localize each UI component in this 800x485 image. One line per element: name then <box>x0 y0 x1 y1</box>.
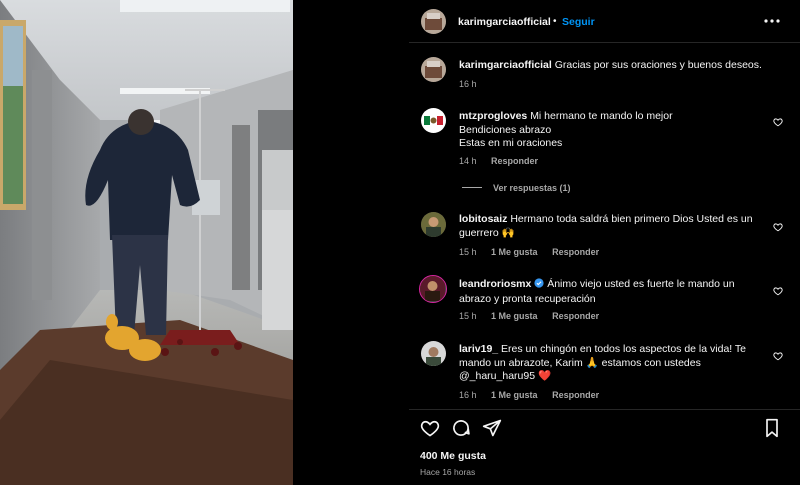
comment-time[interactable]: 15 h <box>459 311 477 321</box>
comment-line: Estas en mi oraciones <box>459 137 563 149</box>
comment-username[interactable]: mtzprogloves <box>459 110 527 122</box>
header-divider <box>409 42 800 43</box>
caption-text: karimgarciaofficial Gracias por sus orac… <box>459 59 774 73</box>
caption-meta: 16 h <box>459 79 489 89</box>
comment-meta: 15 h 1 Me gusta Responder <box>459 247 611 257</box>
comment-meta: 14 h Responder <box>459 156 550 166</box>
comment-meta: 16 h 1 Me gusta Responder <box>459 390 611 400</box>
heart-icon[interactable] <box>420 418 440 438</box>
reply-button[interactable]: Responder <box>491 156 538 166</box>
comment-icon[interactable] <box>451 418 471 438</box>
avatar-image <box>421 108 446 133</box>
comment-like-icon[interactable] <box>773 219 783 232</box>
comment-meta: 15 h 1 Me gusta Responder <box>459 311 611 321</box>
caption-body: Gracias por sus oraciones y buenos deseo… <box>554 59 762 71</box>
comment-line: guerrero 🙌 <box>459 226 515 239</box>
reply-button[interactable]: Responder <box>552 247 599 257</box>
comment-likes[interactable]: 1 Me gusta <box>491 247 538 257</box>
comment-username[interactable]: lobitosaiz <box>459 213 507 225</box>
comment-avatar[interactable] <box>421 341 446 366</box>
comment-text: lariv19_ Eres un chingón en todos los as… <box>459 343 774 384</box>
reply-button[interactable]: Responder <box>552 390 599 400</box>
more-icon[interactable] <box>763 14 781 28</box>
comment-text: lobitosaiz Hermano toda saldrá bien prim… <box>459 213 774 240</box>
post-sidebar <box>409 0 800 485</box>
comment-likes[interactable]: 1 Me gusta <box>491 390 538 400</box>
avatar-image <box>421 9 446 34</box>
comment-line: mando un abrazote, Karim 🙏 estamos con u… <box>459 356 701 369</box>
comment-line: Bendiciones abrazo <box>459 123 552 136</box>
likes-count[interactable]: 400 Me gusta <box>420 450 486 462</box>
caption-time[interactable]: 16 h <box>459 79 477 89</box>
replies-line <box>462 187 482 188</box>
instagram-post-viewer: karimgarciaofficial • Seguir karimgarcia… <box>0 0 800 485</box>
comment-time[interactable]: 16 h <box>459 390 477 400</box>
view-replies-button[interactable]: Ver respuestas (1) <box>493 183 571 193</box>
comment-text: leandroriosmx Ánimo viejo usted es fuert… <box>459 278 774 306</box>
comment-line: @_haru_haru95 ❤️ <box>459 370 552 382</box>
comment-time[interactable]: 15 h <box>459 247 477 257</box>
comment-time[interactable]: 14 h <box>459 156 477 166</box>
comment-like-icon[interactable] <box>773 114 783 127</box>
comment-avatar[interactable] <box>421 212 446 237</box>
comment-line: Eres un chingón en todos los aspectos de… <box>501 343 747 355</box>
bookmark-icon[interactable] <box>763 418 781 438</box>
comment-username[interactable]: leandroriosmx <box>459 278 531 290</box>
avatar-image <box>421 212 446 237</box>
comment-line: Hermano toda saldrá bien primero Dios Us… <box>510 213 753 225</box>
comment-like-icon[interactable] <box>773 348 783 361</box>
follow-button[interactable]: Seguir <box>562 16 595 28</box>
verified-badge-icon <box>534 278 544 293</box>
comment-line: abrazo y pronta recuperación <box>459 292 596 305</box>
comment-like-icon[interactable] <box>773 283 783 296</box>
caption-avatar[interactable] <box>421 57 446 82</box>
separator-dot: • <box>553 16 557 27</box>
reply-button[interactable]: Responder <box>552 311 599 321</box>
comment-line: Mi hermano te mando lo mejor <box>530 110 673 122</box>
post-photo[interactable] <box>0 0 293 485</box>
author-avatar[interactable] <box>421 9 446 34</box>
comment-likes[interactable]: 1 Me gusta <box>491 311 538 321</box>
avatar-image <box>420 276 445 301</box>
comment-line: Ánimo viejo usted es fuerte le mando un <box>547 278 735 290</box>
comment-text: mtzprogloves Mi hermano te mando lo mejo… <box>459 110 774 151</box>
author-username[interactable]: karimgarciaofficial <box>458 16 551 28</box>
comment-avatar[interactable] <box>421 108 446 133</box>
avatar-image <box>421 341 446 366</box>
share-icon[interactable] <box>482 418 502 438</box>
actions-divider <box>409 409 800 410</box>
post-timestamp[interactable]: Hace 16 horas <box>420 467 475 477</box>
comment-avatar-story[interactable] <box>419 275 447 303</box>
caption-username[interactable]: karimgarciaofficial <box>459 59 552 71</box>
hospital-hallway-image <box>0 0 293 485</box>
comment-username[interactable]: lariv19_ <box>459 343 498 355</box>
avatar-image <box>421 57 446 82</box>
